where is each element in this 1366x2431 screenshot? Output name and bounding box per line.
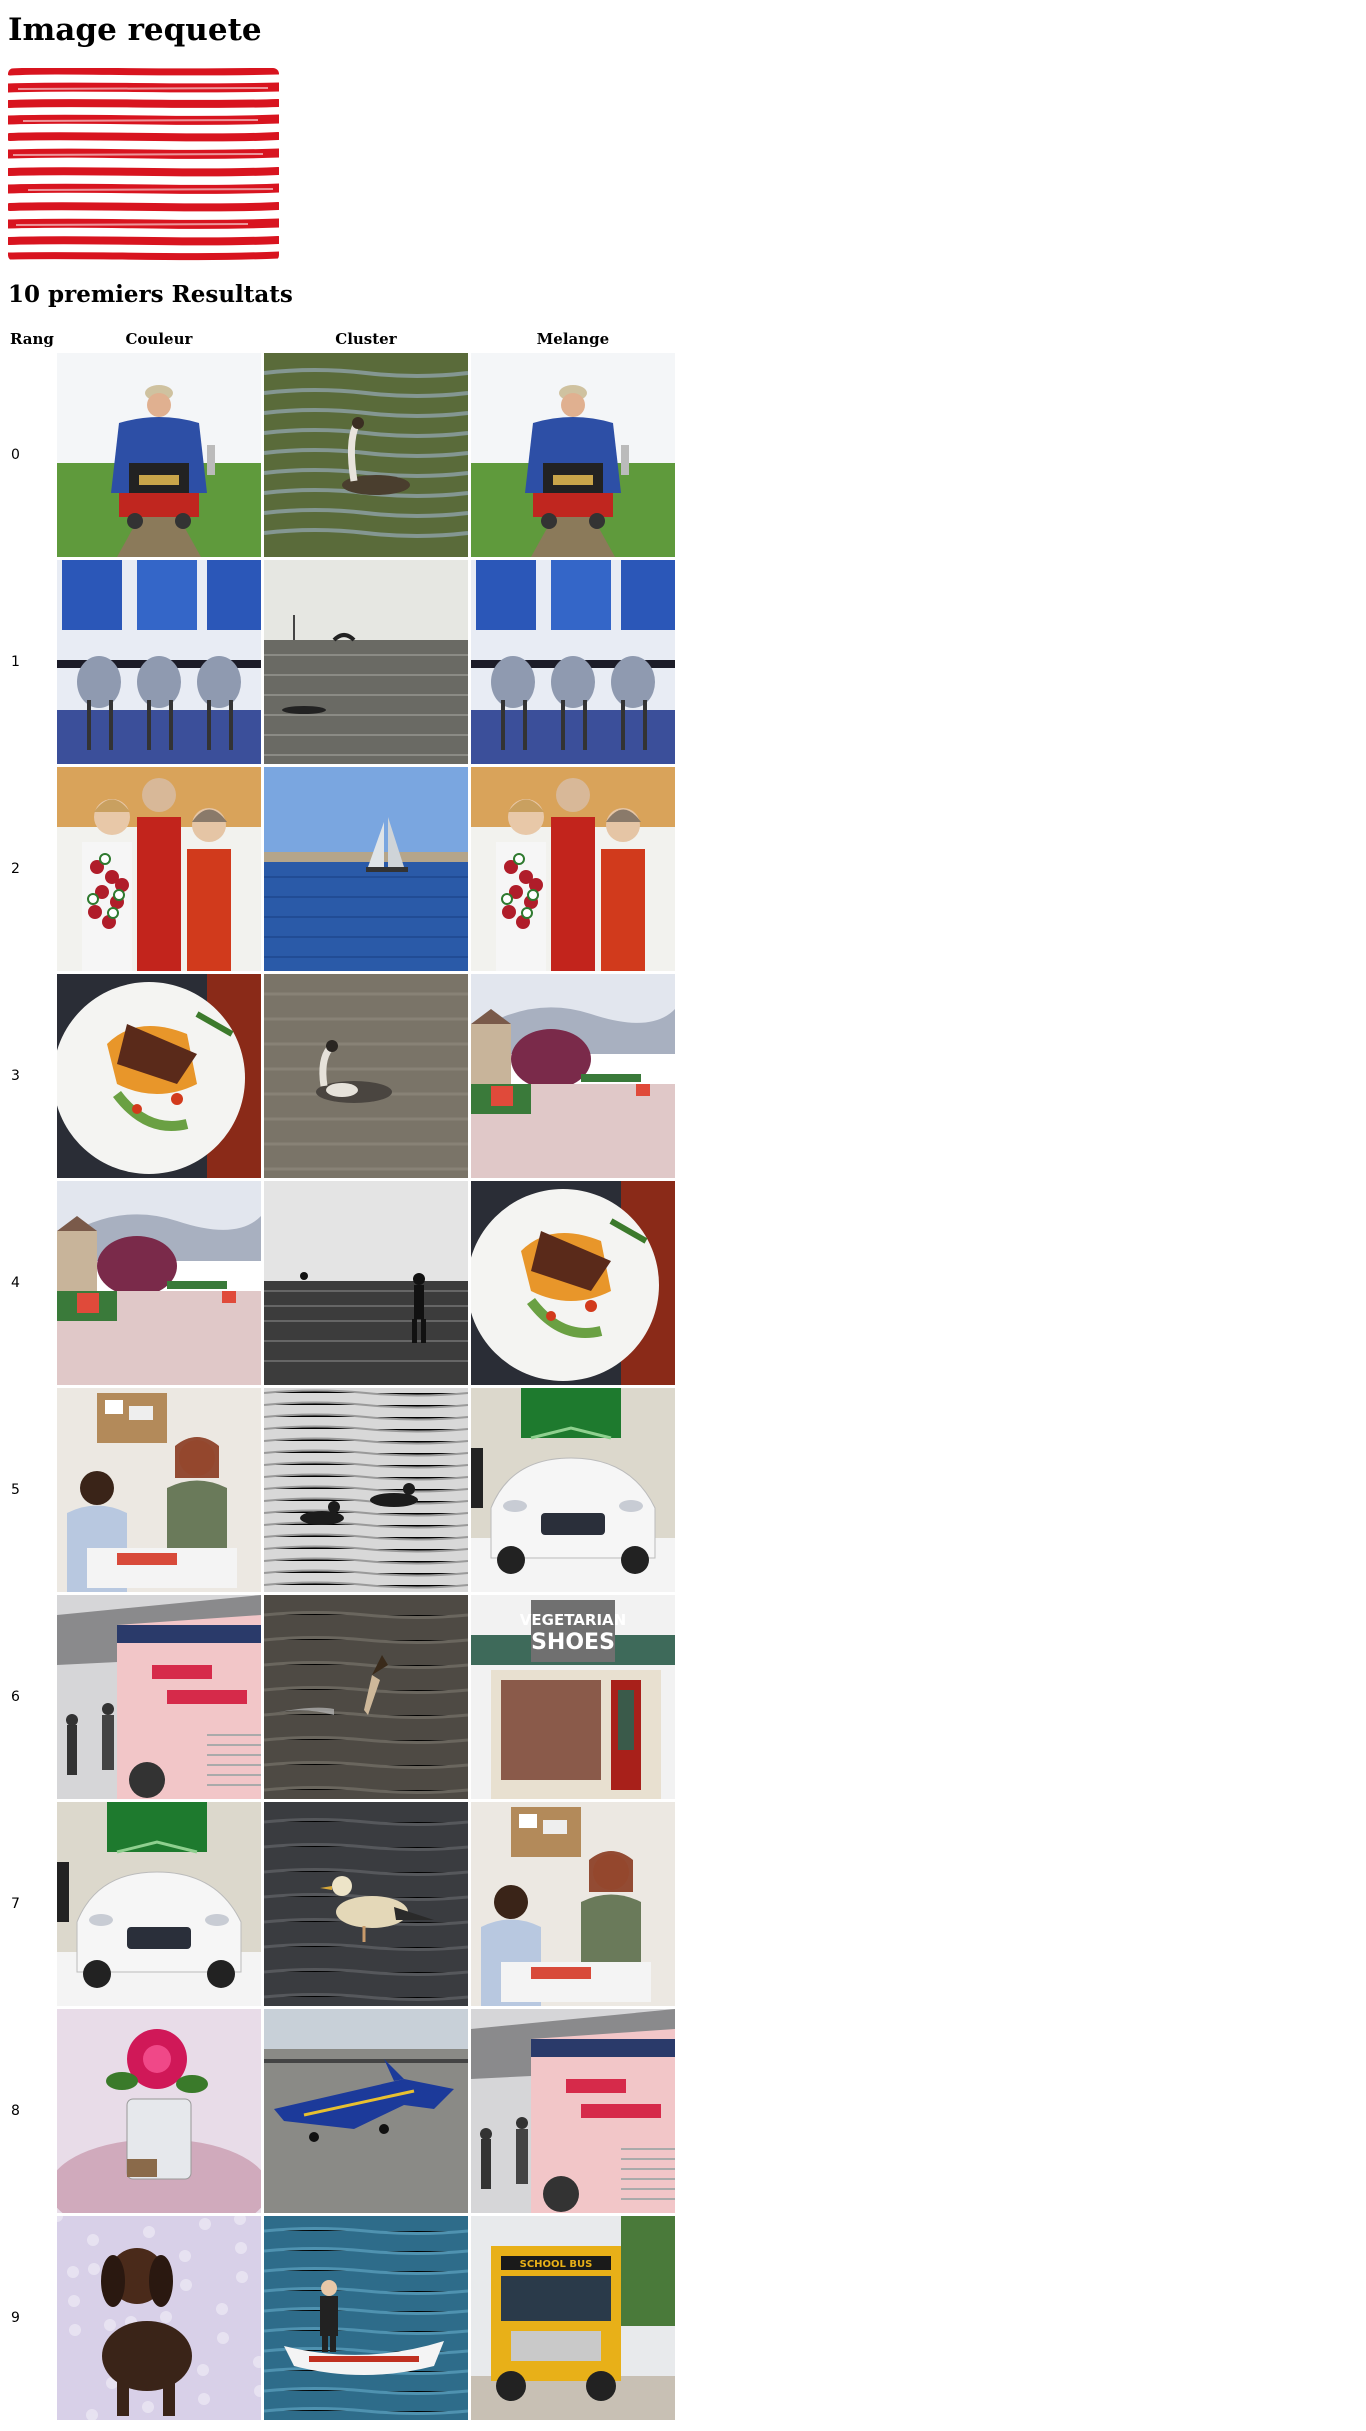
store-sign-line1: VEGETARIAN [520,1611,626,1629]
chairs-by-window-image[interactable] [56,560,261,764]
cluster-result-cell [263,353,468,557]
melange-result-cell [470,974,675,1178]
three-people-with-flowers-image[interactable] [470,767,675,971]
column-header-rang: Rang [10,330,54,348]
food-plate-image[interactable] [470,1181,675,1385]
table-row: 3 [8,974,675,1178]
cluster-result-cell [263,1388,468,1592]
white-car-showroom-image[interactable] [470,1388,675,1592]
garden-path-houses-image[interactable] [470,974,675,1178]
sailboat-on-blue-sea-image[interactable] [263,767,468,971]
bus-sign: SCHOOL BUS [520,2259,593,2270]
white-car-showroom-image[interactable] [56,1802,261,2006]
couleur-result-cell [56,767,261,971]
man-on-miniature-train-image[interactable] [470,353,675,557]
cluster-result-cell [263,560,468,764]
table-row: 0 [8,353,675,557]
person-on-beach-bw-image[interactable] [263,1181,468,1385]
blue-jet-on-tarmac-image[interactable] [263,2009,468,2213]
gull-in-water-image[interactable] [263,1802,468,2006]
table-row: 2 [8,767,675,971]
melange-result-cell [470,2009,675,2213]
rank-cell: 7 [11,1896,20,1912]
rank-cell: 9 [11,2310,20,2326]
table-row: 7 [8,1802,675,2006]
results-heading: 10 premiers Resultats [8,281,293,308]
garden-path-houses-image[interactable] [56,1181,261,1385]
brown-dog-image[interactable] [56,2216,261,2420]
chairs-by-window-image[interactable] [470,560,675,764]
rose-in-bucket-image[interactable] [56,2009,261,2213]
rank-cell: 8 [11,2103,20,2119]
query-image[interactable] [8,68,279,261]
couleur-result-cell [56,2009,261,2213]
couleur-result-cell [56,560,261,764]
couleur-result-cell [56,1388,261,1592]
pink-bus-people-image[interactable] [470,2009,675,2213]
results-body: 0 1 2 3 4 5 6 VEGETARIAN SHOES 7 8 9 SCHOOL BUS [8,353,675,2420]
table-row: 9 SCHOOL BUS [8,2216,675,2420]
couleur-result-cell [56,974,261,1178]
couleur-result-cell [56,1181,261,1385]
grebe-on-water-image[interactable] [263,353,468,557]
melange-result-cell [470,1802,675,2006]
table-row: 5 [8,1388,675,1592]
bird-landing-water-image[interactable] [263,1595,468,1799]
cluster-result-cell [263,1595,468,1799]
table-row: 1 [8,560,675,764]
two-people-at-desk-image[interactable] [56,1388,261,1592]
man-in-boat-image[interactable] [263,2216,468,2420]
table-header-row: Rang Couleur Cluster Melange [8,328,675,350]
results-table: Rang Couleur Cluster Melange 0 1 2 3 4 5 6 VEGE… [5,325,678,2423]
couleur-result-cell [56,1595,261,1799]
vegetarian-shoes-store-image[interactable]: VEGETARIAN SHOES [470,1595,675,1799]
table-row: 8 [8,2009,675,2213]
couleur-result-cell [56,2216,261,2420]
cluster-result-cell [263,974,468,1178]
cluster-result-cell [263,767,468,971]
couleur-result-cell [56,1802,261,2006]
rank-cell: 4 [11,1275,20,1291]
two-people-at-desk-image[interactable] [470,1802,675,2006]
cluster-result-cell [263,1802,468,2006]
rank-cell: 5 [11,1482,20,1498]
pink-bus-people-image[interactable] [56,1595,261,1799]
couleur-result-cell [56,353,261,557]
melange-result-cell [470,767,675,971]
column-header-cluster: Cluster [335,330,397,348]
rank-cell: 6 [11,1689,20,1705]
yellow-school-bus-image[interactable]: SCHOOL BUS [470,2216,675,2420]
sea-with-boat-and-dolphin-image[interactable] [263,560,468,764]
melange-result-cell [470,1388,675,1592]
table-row: 6 VEGETARIAN SHOES [8,1595,675,1799]
store-sign-line2: SHOES [531,1630,615,1655]
page: Image requete 10 premiers Resultats Rang… [0,0,1366,2431]
rank-cell: 2 [11,861,20,877]
rank-cell: 0 [11,447,20,463]
three-people-with-flowers-image[interactable] [56,767,261,971]
table-row: 4 [8,1181,675,1385]
grebe-grey-water-image[interactable] [263,974,468,1178]
cluster-result-cell [263,2009,468,2213]
food-plate-image[interactable] [56,974,261,1178]
page-title: Image requete [8,12,262,48]
man-on-miniature-train-image[interactable] [56,353,261,557]
column-header-couleur: Couleur [125,330,193,348]
melange-result-cell [470,560,675,764]
loons-on-water-image[interactable] [263,1388,468,1592]
red-stripes-image [8,68,279,261]
melange-result-cell: VEGETARIAN SHOES [470,1595,675,1799]
column-header-melange: Melange [536,330,610,348]
melange-result-cell [470,1181,675,1385]
melange-result-cell: SCHOOL BUS [470,2216,675,2420]
rank-cell: 3 [11,1068,20,1084]
rank-cell: 1 [11,654,20,670]
melange-result-cell [470,353,675,557]
cluster-result-cell [263,2216,468,2420]
cluster-result-cell [263,1181,468,1385]
